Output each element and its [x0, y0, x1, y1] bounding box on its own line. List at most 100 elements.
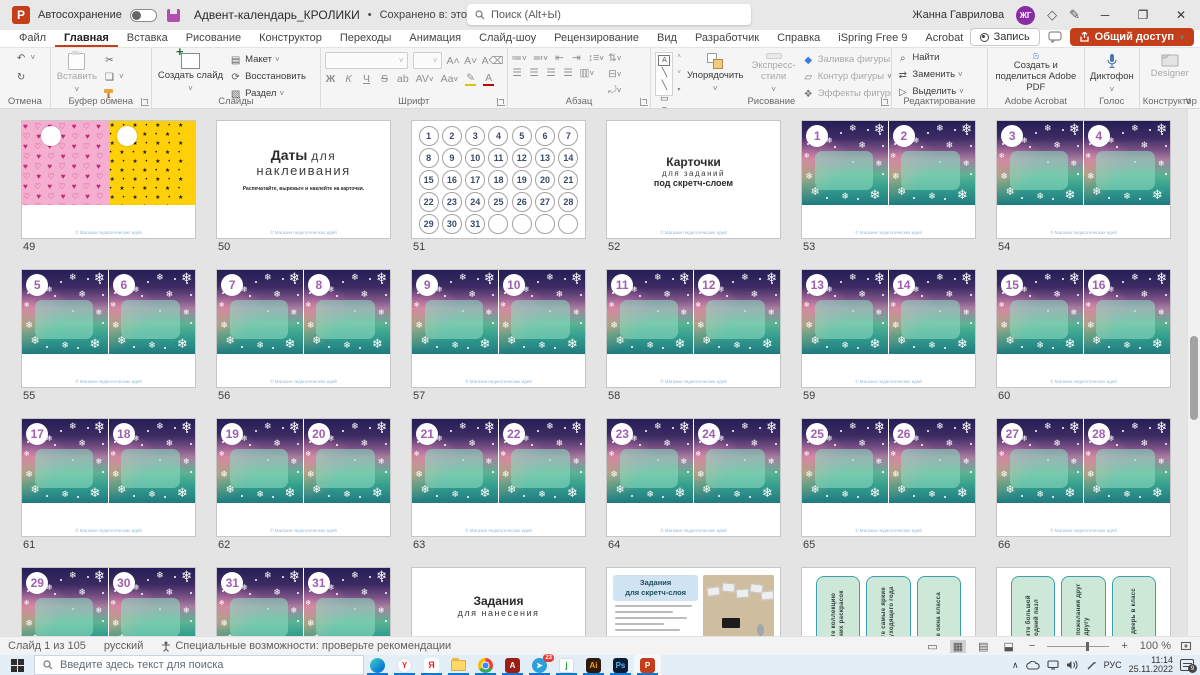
replace-button[interactable]: ⇄Заменить˅ [896, 69, 964, 82]
taskbar-icon-powerpoint[interactable]: P [634, 655, 661, 675]
line-spacing-button[interactable]: ↕≡˅ [588, 52, 604, 64]
slide-thumbnail-69[interactable]: Задания для нанесения [412, 568, 585, 636]
drawing-dialog-launcher[interactable] [881, 98, 889, 106]
slide-thumbnail-71[interactable]: Соберите коллекцию новогодних раскрасокВ… [802, 568, 975, 636]
clipboard-dialog-launcher[interactable] [141, 98, 149, 106]
arrange-button[interactable]: Упорядочить˅ [685, 52, 746, 95]
find-button[interactable]: ⌕Найти [896, 52, 964, 65]
shapes-gallery[interactable]: A ╲ ╲ ▭ ◯ ▢ △ ↰ ↱ ⇨ ⇩ ⌐ ↝ ⌒ ∿ { } ☆ [655, 52, 673, 96]
slide-sorter-view-button[interactable]: ▦ [950, 640, 966, 653]
slide-thumbnail-54[interactable]: ❄❄❄❄❄❄❄❄❄❄3❄❄❄❄❄❄❄❄❄❄4© Магазин педагоги… [997, 121, 1170, 238]
slide-thumbnail-67[interactable]: ❄❄❄❄❄❄❄❄❄❄29❄❄❄❄❄❄❄❄❄❄30© Магазин педаго… [22, 568, 195, 636]
language-indicator[interactable]: русский [104, 640, 143, 652]
record-button[interactable]: Запись [970, 28, 1040, 46]
notification-center-icon[interactable]: 9 [1180, 659, 1194, 671]
tab-Рисование[interactable]: Рисование [177, 32, 250, 47]
grow-font-button[interactable]: A˄ [447, 55, 460, 67]
columns-button[interactable]: ▥˅ [580, 67, 595, 79]
redo-button[interactable]: ↻ [15, 71, 36, 84]
slide-thumbnail-64[interactable]: ❄❄❄❄❄❄❄❄❄❄23❄❄❄❄❄❄❄❄❄❄24© Магазин педаго… [607, 419, 780, 536]
cut-button[interactable]: ✂ [103, 54, 124, 67]
paste-button[interactable]: Вставить˅ [55, 52, 99, 95]
font-name-select[interactable]: ˅ [325, 52, 408, 69]
font-color-button[interactable]: А [483, 72, 494, 86]
taskbar-search-input[interactable]: Введите здесь текст для поиска [34, 655, 364, 675]
create-pdf-button[interactable]: Создать и поделиться Adobe PDF [992, 52, 1080, 95]
align-center-button[interactable]: ☰ [529, 67, 540, 79]
tab-Слайд-шоу[interactable]: Слайд-шоу [470, 32, 545, 47]
decrease-indent-button[interactable]: ⇤ [554, 52, 565, 64]
new-slide-button[interactable]: Создать слайд˅ [156, 52, 225, 95]
taskbar-icon-yandex[interactable]: Я [418, 655, 445, 675]
bold-button[interactable]: Ж [325, 73, 336, 85]
slide-thumbnail-60[interactable]: ❄❄❄❄❄❄❄❄❄❄15❄❄❄❄❄❄❄❄❄❄16© Магазин педаго… [997, 270, 1170, 387]
slide-thumbnail-53[interactable]: ❄❄❄❄❄❄❄❄❄❄1❄❄❄❄❄❄❄❄❄❄2© Магазин педагоги… [802, 121, 975, 238]
tab-Справка[interactable]: Справка [768, 32, 829, 47]
numbering-button[interactable]: ≕˅ [533, 52, 548, 64]
slide-thumbnail-62[interactable]: ❄❄❄❄❄❄❄❄❄❄19❄❄❄❄❄❄❄❄❄❄20© Магазин педаго… [217, 419, 390, 536]
tab-Вставка[interactable]: Вставка [118, 32, 177, 47]
slide-thumbnail-70[interactable]: Заданиядля скретч-слоя [607, 568, 780, 636]
keyboard-language[interactable]: РУС [1104, 660, 1122, 670]
zoom-slider[interactable] [1047, 646, 1109, 647]
restore-button[interactable]: ❐ [1130, 8, 1156, 22]
tab-iSpring Free 9[interactable]: iSpring Free 9 [829, 32, 916, 47]
taskbar-icon-edge[interactable] [364, 655, 391, 675]
slide-thumbnail-59[interactable]: ❄❄❄❄❄❄❄❄❄❄13❄❄❄❄❄❄❄❄❄❄14© Магазин педаго… [802, 270, 975, 387]
tab-Анимация[interactable]: Анимация [400, 32, 470, 47]
user-name[interactable]: Жанна Гаврилова [912, 9, 1004, 21]
underline-button[interactable]: Ч [361, 73, 372, 85]
hidden-icons-chevron[interactable]: ∧ [1012, 660, 1019, 671]
line-shape-icon[interactable]: ╲ [658, 66, 670, 79]
tab-Конструктор[interactable]: Конструктор [250, 32, 331, 47]
textbox-shape-icon[interactable]: A [658, 55, 670, 66]
increase-indent-button[interactable]: ⇥ [571, 52, 582, 64]
taskbar-icon-telegram[interactable]: ➤23 [526, 655, 553, 675]
clock[interactable]: 11:14 25.11.2022 [1129, 656, 1173, 675]
dictate-button[interactable]: Диктофон˅ [1089, 52, 1135, 95]
font-size-select[interactable]: ˅ [413, 52, 442, 69]
char-spacing-button[interactable]: AV˅ [416, 73, 434, 85]
slide-thumbnail-56[interactable]: ❄❄❄❄❄❄❄❄❄❄7❄❄❄❄❄❄❄❄❄❄8© Магазин педагоги… [217, 270, 390, 387]
taskbar-icon-chrome[interactable] [472, 655, 499, 675]
powerpoint-app-icon[interactable]: P [12, 6, 30, 24]
tab-Файл[interactable]: Файл [10, 32, 55, 47]
monitor-icon[interactable] [1047, 660, 1059, 670]
highlight-color-button[interactable]: ✎ [465, 72, 476, 86]
avatar[interactable]: ЖГ [1016, 6, 1035, 25]
zoom-slider-thumb[interactable] [1086, 642, 1089, 651]
undo-button[interactable]: ↶˅ [15, 52, 36, 65]
reset-button[interactable]: ⟳Восстановить [229, 71, 306, 84]
layout-button[interactable]: ▤Макет˅ [229, 54, 306, 67]
slide-thumbnail-51[interactable]: 1234567891011121314151617181920212223242… [412, 121, 585, 238]
pen-tray-icon[interactable] [1086, 660, 1097, 671]
autosave-toggle[interactable] [130, 9, 157, 22]
strikethrough-button[interactable]: S [379, 73, 390, 85]
slide-thumbnail-65[interactable]: ❄❄❄❄❄❄❄❄❄❄25❄❄❄❄❄❄❄❄❄❄26© Магазин педаго… [802, 419, 975, 536]
taskbar-icon-explorer[interactable] [445, 655, 472, 675]
designer-button[interactable]: Designer [1144, 52, 1196, 95]
tab-Переходы[interactable]: Переходы [331, 32, 401, 47]
slide-thumbnail-61[interactable]: ❄❄❄❄❄❄❄❄❄❄17❄❄❄❄❄❄❄❄❄❄18© Магазин педаго… [22, 419, 195, 536]
align-text-button[interactable]: ⊟˅ [608, 68, 621, 80]
search-input[interactable]: Поиск (Alt+Ы) [467, 4, 751, 25]
shapes-scroll[interactable]: ˄˅▾ [677, 52, 681, 95]
slideshow-view-button[interactable]: ⬓ [1001, 640, 1017, 653]
justify-button[interactable]: ☰ [563, 67, 574, 79]
speaker-icon[interactable] [1066, 660, 1079, 670]
vertical-scrollbar[interactable] [1187, 109, 1200, 636]
align-right-button[interactable]: ☰ [546, 67, 557, 79]
quick-styles-button[interactable]: Экспресс-стили˅ [749, 52, 797, 95]
slide-thumbnail-55[interactable]: ❄❄❄❄❄❄❄❄❄❄5❄❄❄❄❄❄❄❄❄❄6© Магазин педагоги… [22, 270, 195, 387]
slide-thumbnail-66[interactable]: ❄❄❄❄❄❄❄❄❄❄27❄❄❄❄❄❄❄❄❄❄28© Магазин педаго… [997, 419, 1170, 536]
shape-fill-button[interactable]: ◆Заливка фигуры˅ [802, 54, 893, 67]
minimize-button[interactable]: ─ [1092, 8, 1118, 22]
save-icon[interactable] [167, 9, 180, 22]
accessibility-status[interactable]: Специальные возможности: проверьте реком… [161, 640, 451, 652]
fit-to-window-icon[interactable] [1180, 640, 1192, 652]
taskbar-icon-ispring[interactable]: j [553, 655, 580, 675]
tab-Разработчик[interactable]: Разработчик [686, 32, 768, 47]
align-left-button[interactable]: ☰ [512, 67, 523, 79]
slide-thumbnail-63[interactable]: ❄❄❄❄❄❄❄❄❄❄21❄❄❄❄❄❄❄❄❄❄22© Магазин педаго… [412, 419, 585, 536]
zoom-level[interactable]: 100 % [1140, 640, 1171, 652]
